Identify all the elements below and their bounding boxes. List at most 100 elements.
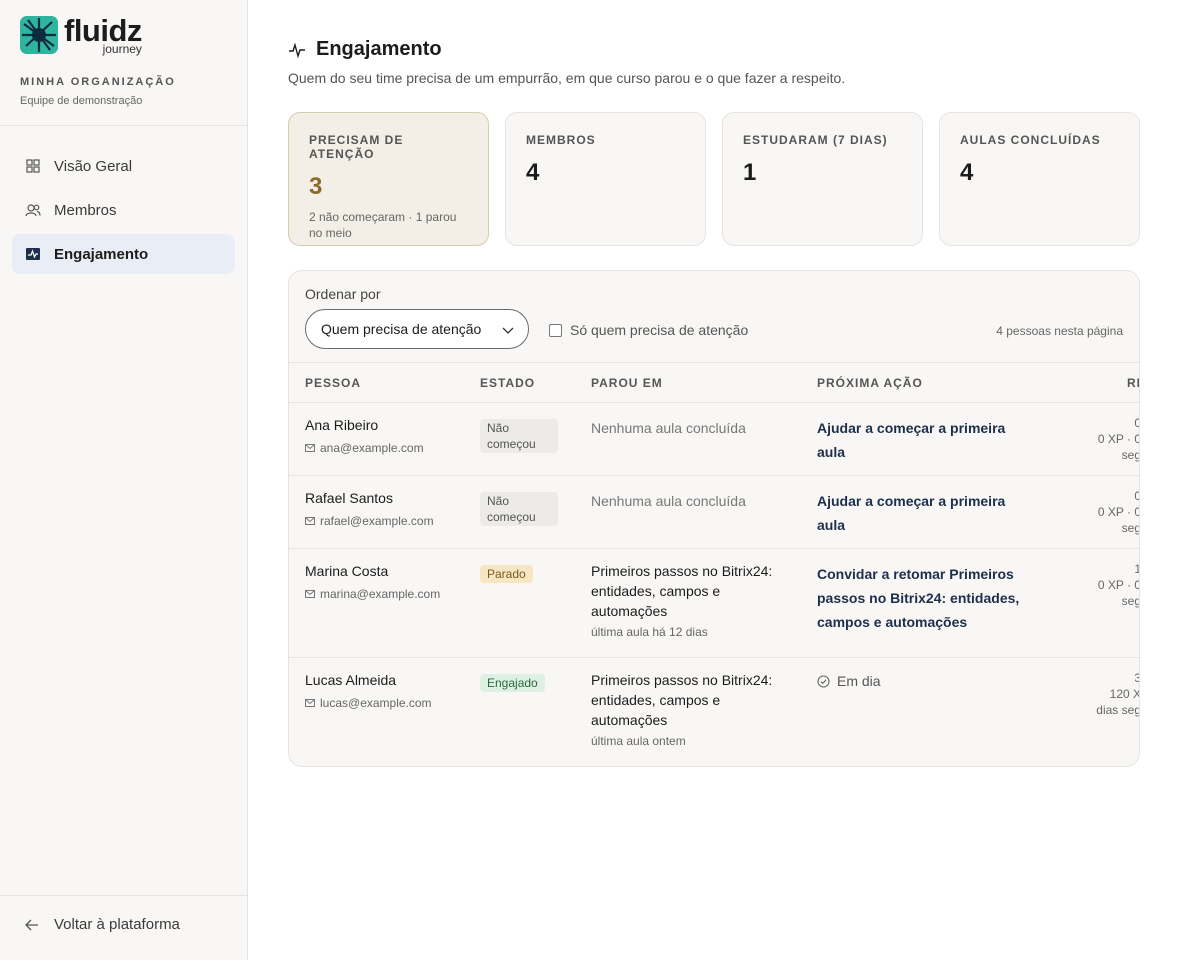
back-label: Voltar à plataforma (54, 916, 180, 933)
engagement-table: Ordenar por Quem precisa de atenção Só q… (288, 270, 1140, 767)
stat-label: AULAS CONCLUÍDAS (960, 133, 1101, 147)
page-header: Engajamento (288, 38, 442, 61)
rhythm-line: seg (1121, 448, 1140, 462)
rhythm-line: 0 (1051, 415, 1139, 431)
rhythm-line: 0 XP · 0 (1097, 432, 1140, 446)
rhythm-line: seg (1121, 594, 1140, 608)
sidebar-item-membros[interactable]: Membros (12, 190, 235, 230)
status-badge: Engajado (480, 674, 545, 692)
stopped-at: Primeiros passos no Bitrix24: entidades,… (591, 672, 773, 728)
status-badge: Não começou (480, 492, 558, 526)
email-text: marina@example.com (320, 587, 441, 601)
sort-select[interactable]: Quem precisa de atenção (305, 309, 529, 349)
mail-icon (305, 444, 315, 452)
sidebar-nav: Visão Geral Membros Engajamento (12, 146, 235, 278)
column-header-person[interactable]: PESSOA (305, 376, 361, 390)
logo-mark-icon (20, 16, 58, 54)
table-row[interactable]: Ana Ribeiro ana@example.com Não começou … (289, 403, 1140, 476)
rhythm-line: seg (1121, 521, 1140, 535)
on-track-label: Em dia (837, 673, 881, 689)
rhythm-cell: 0 0 XP · 0 seg (1051, 488, 1140, 536)
page-subtitle: Quem do seu time precisa de um empurrão,… (288, 70, 846, 86)
back-to-platform-link[interactable]: Voltar à plataforma (24, 916, 180, 933)
stat-card-studied: ESTUDARAM (7 DIAS) 1 (722, 112, 923, 246)
email-text: ana@example.com (320, 441, 424, 455)
person-name: Ana Ribeiro (305, 417, 379, 433)
status-badge: Não começou (480, 419, 558, 453)
page-title: Engajamento (316, 38, 442, 60)
table-row[interactable]: Marina Costa marina@example.com Parado P… (289, 549, 1140, 658)
sidebar-item-label: Engajamento (54, 245, 149, 263)
stat-value: 4 (960, 159, 974, 186)
next-action-link[interactable]: Convidar a retomar Primeiros passos no B… (817, 562, 1032, 634)
stat-card-attention[interactable]: PRECISAM DE ATENÇÃO 3 2 não começaram · … (288, 112, 489, 246)
rhythm-line: dias seg (1096, 703, 1140, 717)
person-name: Lucas Almeida (305, 672, 397, 688)
stat-label: PRECISAM DE ATENÇÃO (309, 133, 404, 161)
rhythm-line: 1 (1051, 561, 1139, 577)
next-action-link[interactable]: Ajudar a começar a primeira aula (817, 416, 1032, 464)
rhythm-line: 0 XP · 0 (1097, 505, 1140, 519)
attention-filter-checkbox[interactable]: Só quem precisa de atenção (549, 322, 748, 338)
rhythm-line: 0 XP · 0 (1097, 578, 1140, 592)
status-badge: Parado (480, 565, 533, 583)
check-circle-icon (817, 674, 830, 688)
sidebar-item-engajamento[interactable]: Engajamento (12, 234, 235, 274)
checkbox-box[interactable] (549, 323, 562, 337)
sidebar: fluidz journey MINHA ORGANIZAÇÃO Equipe … (0, 0, 248, 960)
next-action-link[interactable]: Ajudar a começar a primeira aula (817, 489, 1032, 537)
sidebar-item-label: Visão Geral (54, 157, 133, 175)
person-email: ana@example.com (305, 441, 424, 455)
sort-value: Quem precisa de atenção (321, 321, 482, 337)
rhythm-line: 120 X (1109, 687, 1140, 701)
stat-cards: PRECISAM DE ATENÇÃO 3 2 não começaram · … (288, 112, 1140, 246)
filter-label: Só quem precisa de atenção (570, 322, 749, 338)
stat-label: MEMBROS (526, 133, 596, 147)
chevron-down-icon (502, 327, 514, 334)
rhythm-line: 3 (1051, 670, 1139, 686)
stat-value: 3 (309, 173, 323, 200)
stat-label: ESTUDARAM (7 DIAS) (743, 133, 888, 147)
person-name: Rafael Santos (305, 490, 393, 506)
mail-icon (305, 590, 315, 598)
arrow-left-icon (25, 919, 38, 930)
sidebar-item-label: Membros (54, 201, 117, 219)
email-text: rafael@example.com (320, 514, 434, 528)
rhythm-line: 0 (1051, 488, 1139, 504)
org-team: Equipe de demonstração (20, 95, 143, 107)
column-header-status[interactable]: ESTADO (480, 376, 535, 390)
activity-icon (26, 248, 40, 260)
column-header-stopped-at[interactable]: PAROU EM (591, 376, 663, 390)
last-lesson-note: última aula há 12 dias (591, 625, 708, 639)
org-label: MINHA ORGANIZAÇÃO (20, 76, 176, 88)
rhythm-cell: 1 0 XP · 0 seg (1051, 561, 1140, 609)
column-header-next-action[interactable]: PRÓXIMA AÇÃO (817, 376, 923, 390)
stat-card-lessons: AULAS CONCLUÍDAS 4 (939, 112, 1140, 246)
mail-icon (305, 517, 315, 525)
stat-value: 4 (526, 159, 540, 186)
person-email: rafael@example.com (305, 514, 434, 528)
stopped-at: Nenhuma aula concluída (591, 493, 746, 509)
sort-label: Ordenar por (305, 286, 381, 302)
pulse-icon (289, 42, 305, 58)
stat-value: 1 (743, 159, 757, 186)
stat-card-members: MEMBROS 4 (505, 112, 706, 246)
table-header: PESSOA ESTADO PAROU EM PRÓXIMA AÇÃO RI (289, 362, 1139, 403)
sidebar-item-visao-geral[interactable]: Visão Geral (12, 146, 235, 186)
stat-note: 2 não começaram · 1 parou no meio (309, 210, 457, 240)
last-lesson-note: última aula ontem (591, 734, 686, 748)
mail-icon (305, 699, 315, 707)
brand-logo[interactable]: fluidz journey (20, 15, 142, 55)
table-row[interactable]: Rafael Santos rafael@example.com Não com… (289, 476, 1140, 549)
on-track-status: Em dia (817, 673, 881, 689)
sidebar-divider (0, 125, 248, 126)
person-email: lucas@example.com (305, 696, 432, 710)
rhythm-cell: 0 0 XP · 0 seg (1051, 415, 1140, 463)
person-name: Marina Costa (305, 563, 389, 579)
stopped-at: Nenhuma aula concluída (591, 420, 746, 436)
person-email: marina@example.com (305, 587, 440, 601)
table-row[interactable]: Lucas Almeida lucas@example.com Engajado… (289, 658, 1140, 766)
grid-icon (26, 159, 40, 173)
column-header-rhythm[interactable]: RI (1127, 376, 1139, 390)
sidebar-divider (0, 895, 248, 896)
